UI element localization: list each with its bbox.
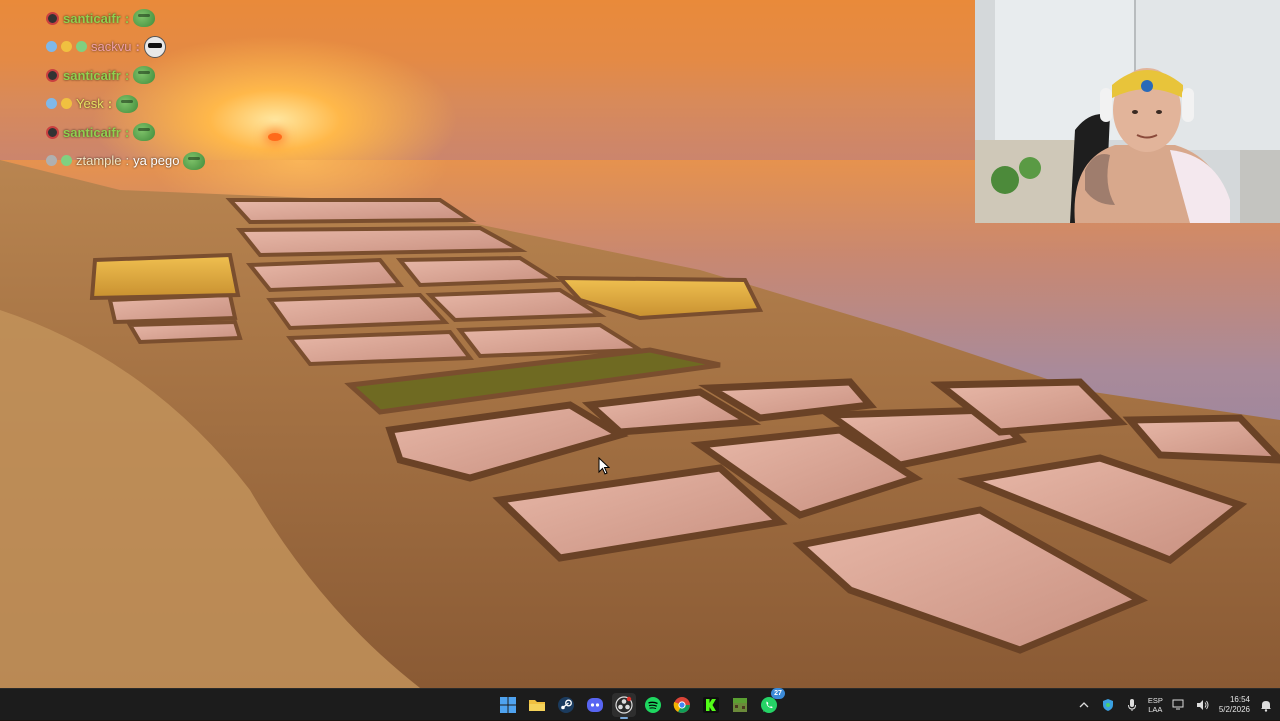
kick-icon <box>703 697 719 713</box>
chat-message: sackvu: <box>46 33 306 62</box>
language-indicator[interactable]: ESP LAA <box>1148 696 1163 714</box>
chat-message: ztample: ya pego <box>46 147 306 176</box>
chat-separator: : <box>124 124 130 140</box>
clock[interactable]: 16:54 5/2/2026 <box>1219 695 1250 715</box>
chat-message: santicaifr: <box>46 61 306 90</box>
minecraft-icon <box>733 698 747 712</box>
pepe-emote-icon <box>133 66 156 85</box>
chat-separator: : <box>124 10 130 26</box>
streamer-camera-feed <box>975 0 1280 223</box>
whatsapp-badge: 27 <box>771 688 785 699</box>
pepe-emote-icon <box>133 9 156 28</box>
alien-badge-icon <box>76 41 87 53</box>
minecraft-button[interactable] <box>728 693 752 717</box>
webcam-overlay <box>975 0 1280 223</box>
discord-button[interactable] <box>583 693 607 717</box>
clock-date: 5/2/2026 <box>1218 705 1250 714</box>
chevron-up-icon[interactable] <box>1076 697 1092 713</box>
whatsapp-button[interactable]: 27 <box>757 688 785 717</box>
chat-username[interactable]: santicaifr <box>63 11 121 26</box>
star-badge-icon <box>61 98 72 110</box>
badge-icon <box>46 125 59 139</box>
network-icon[interactable] <box>1171 697 1187 713</box>
spotify-icon <box>645 697 661 713</box>
chat-separator: : <box>124 67 130 83</box>
chat-username[interactable]: santicaifr <box>63 68 121 83</box>
chat-separator: : <box>125 153 130 169</box>
pepe-emote-icon <box>183 151 206 170</box>
language-code: ESP <box>1147 696 1163 705</box>
notification-bell-icon[interactable] <box>1258 697 1274 713</box>
sword-badge-icon <box>46 41 57 53</box>
chat-separator: : <box>135 39 140 55</box>
microphone-icon[interactable] <box>1124 697 1140 713</box>
steam-icon <box>558 697 574 713</box>
chat-message: santicaifr: <box>46 118 306 147</box>
stream-chat: santicaifr: sackvu: santicaifr: Yesk: sa… <box>46 4 306 175</box>
file-explorer-button[interactable] <box>525 693 549 717</box>
steam-button[interactable] <box>554 693 578 717</box>
chat-username[interactable]: santicaifr <box>63 125 121 140</box>
sunglasses-emote-icon <box>143 35 166 58</box>
chat-text: ya pego <box>133 153 180 169</box>
pepe-emote-icon <box>116 94 139 113</box>
discord-icon <box>587 698 603 712</box>
star-badge-icon <box>61 41 72 53</box>
chat-username[interactable]: ztample <box>76 153 122 168</box>
spotify-button[interactable] <box>641 693 665 717</box>
salt-pans-coast <box>0 160 1280 688</box>
folder-icon <box>529 700 545 711</box>
badge-icon <box>46 11 59 25</box>
security-shield-icon[interactable] <box>1100 697 1116 713</box>
chat-message: Yesk: <box>46 90 306 119</box>
pepe-emote-icon <box>133 123 156 142</box>
start-button[interactable] <box>496 693 520 717</box>
windows-icon <box>500 697 516 713</box>
taskbar: 27 ESP LAA 16:54 5/2/2026 <box>0 688 1280 720</box>
system-tray: ESP LAA 16:54 5/2/2026 <box>1076 689 1274 721</box>
chat-message: santicaifr: <box>46 4 306 33</box>
language-layout: LAA <box>1148 705 1163 714</box>
clock-time: 16:54 <box>1229 695 1250 704</box>
obs-icon <box>615 696 633 714</box>
kick-button[interactable] <box>699 693 723 717</box>
chrome-button[interactable] <box>670 693 694 717</box>
gray-badge-icon <box>46 155 57 167</box>
obs-button[interactable] <box>612 693 636 719</box>
sword-badge-icon <box>46 98 57 110</box>
mouse-cursor-icon <box>598 457 610 475</box>
taskbar-apps: 27 <box>496 688 785 719</box>
volume-icon[interactable] <box>1195 697 1211 713</box>
chat-username[interactable]: Yesk <box>76 96 104 111</box>
chat-separator: : <box>107 96 113 112</box>
chrome-icon <box>673 697 690 713</box>
alien-badge-icon <box>61 155 72 167</box>
badge-icon <box>46 68 59 82</box>
chat-username[interactable]: sackvu <box>91 39 131 54</box>
